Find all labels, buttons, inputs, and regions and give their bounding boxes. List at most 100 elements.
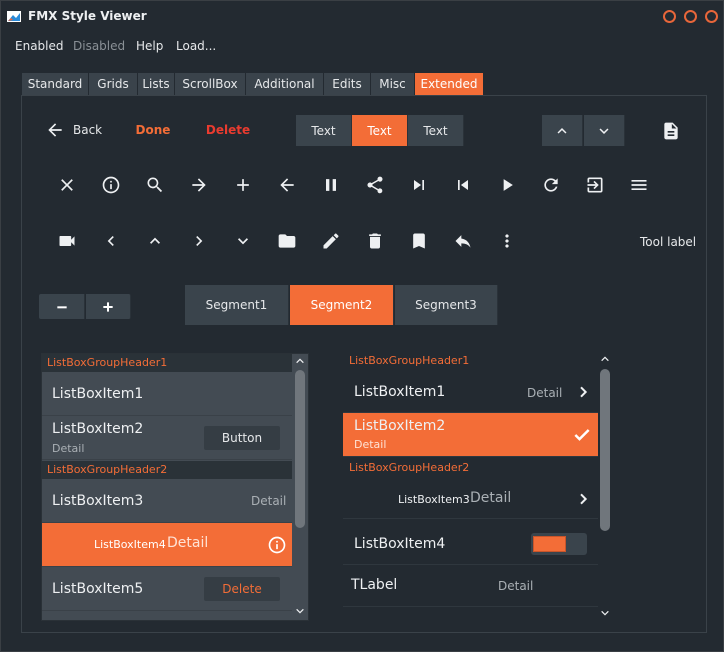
exit-icon-button[interactable]	[583, 173, 607, 197]
tab-lists[interactable]: Lists	[138, 73, 175, 95]
reply-icon	[455, 235, 471, 248]
menu-help[interactable]: Help	[136, 39, 163, 53]
arrow-left-icon-button[interactable]	[275, 173, 299, 197]
right-list-item-4[interactable]: ListBoxItem4	[343, 523, 598, 565]
info-icon-button[interactable]	[99, 173, 123, 197]
chevron-down-icon[interactable]	[599, 608, 611, 618]
plus-button[interactable]	[86, 294, 131, 319]
play-icon-button[interactable]	[495, 173, 519, 197]
app-window: FMX Style Viewer Enabled Disabled Help L…	[0, 0, 724, 652]
minimize-button[interactable]	[663, 10, 676, 23]
pencil-icon	[323, 233, 339, 249]
right-list-item-5[interactable]: TLabel Detail	[343, 565, 598, 607]
right-list-item-3[interactable]: ListBoxItem3 Detail	[343, 477, 598, 519]
chevron-up-icon[interactable]	[599, 354, 611, 364]
left-list-item-3[interactable]: ListBoxItem3 Detail	[42, 480, 292, 523]
up-button[interactable]	[542, 115, 583, 146]
document-icon	[664, 122, 678, 140]
reply-icon-button[interactable]	[451, 229, 475, 253]
share-icon	[367, 176, 383, 194]
arrow-right-icon-button[interactable]	[187, 173, 211, 197]
more-vertical-icon	[505, 234, 509, 248]
chevron-up-icon	[557, 127, 567, 134]
right-listbox[interactable]: ListBoxGroupHeader1 ListBoxItem1 Detail …	[343, 351, 615, 623]
tab-edits[interactable]: Edits	[324, 73, 371, 95]
folder-icon-button[interactable]	[275, 229, 299, 253]
chevron-up-icon-button[interactable]	[143, 229, 167, 253]
left-listbox[interactable]: ListBoxGroupHeader1 ListBoxItem1 ListBox…	[41, 353, 309, 621]
menu-icon-button[interactable]	[627, 173, 651, 197]
down-button[interactable]	[584, 115, 625, 146]
bookmark-icon-button[interactable]	[407, 229, 431, 253]
camera-icon	[59, 236, 75, 246]
left-list-item-4[interactable]: ListBoxItem4 Detail	[42, 523, 292, 567]
tab-additional[interactable]: Additional	[246, 73, 324, 95]
back-button[interactable]: Back	[45, 117, 102, 143]
right-list-item-2[interactable]: ListBoxItem2 Detail	[343, 413, 598, 457]
camera-icon-button[interactable]	[55, 229, 79, 253]
title-bar: FMX Style Viewer	[1, 1, 723, 33]
close-icon-button[interactable]	[55, 173, 79, 197]
left-scrollbar[interactable]	[294, 354, 306, 620]
share-icon-button[interactable]	[363, 173, 387, 197]
tab-scrollbox[interactable]: ScrollBox	[175, 73, 246, 95]
chevron-down-icon-button[interactable]	[231, 229, 255, 253]
info-icon	[102, 176, 120, 194]
arrow-left-icon	[48, 123, 62, 137]
segment-3[interactable]: Segment3	[395, 285, 498, 325]
tab-misc[interactable]: Misc	[371, 73, 415, 95]
left-item2-button[interactable]: Button	[204, 426, 280, 450]
right-group-header-2: ListBoxGroupHeader2	[349, 461, 470, 474]
arrow-right-icon	[192, 178, 206, 192]
pause-icon-button[interactable]	[319, 173, 343, 197]
refresh-icon-button[interactable]	[539, 173, 563, 197]
trash-icon-button[interactable]	[363, 229, 387, 253]
minus-button[interactable]	[39, 294, 85, 319]
more-vertical-icon-button[interactable]	[495, 229, 519, 253]
skip-next-icon-button[interactable]	[407, 173, 431, 197]
left-list-item-5[interactable]: ListBoxItem5 Delete	[42, 567, 292, 611]
right-group-header-1: ListBoxGroupHeader1	[349, 354, 470, 367]
chevron-down-icon[interactable]	[294, 606, 306, 616]
right-scrollbar-thumb[interactable]	[600, 369, 610, 531]
menu-enabled[interactable]: Enabled	[15, 39, 64, 53]
search-icon-button[interactable]	[143, 173, 167, 197]
menu-load[interactable]: Load...	[176, 39, 216, 53]
right-item3-detail: Detail	[470, 490, 512, 506]
info-icon[interactable]	[267, 535, 287, 555]
right-item4-switch[interactable]	[531, 533, 587, 555]
skip-previous-icon-button[interactable]	[451, 173, 475, 197]
pause-icon	[326, 179, 336, 191]
left-list-item-1[interactable]: ListBoxItem1	[42, 373, 292, 416]
close-window-button[interactable]	[705, 10, 718, 23]
right-list-item-1[interactable]: ListBoxItem1 Detail	[343, 371, 598, 413]
pencil-icon-button[interactable]	[319, 229, 343, 253]
segment-1[interactable]: Segment1	[185, 285, 289, 325]
close-icon	[61, 179, 73, 191]
skip-next-icon	[414, 180, 424, 190]
chevron-right-icon-button[interactable]	[187, 229, 211, 253]
right-item2-sub: Detail	[354, 438, 387, 451]
toolbar-segment-2[interactable]: Text	[352, 115, 408, 146]
delete-button[interactable]: Delete	[205, 117, 251, 143]
left-scrollbar-thumb[interactable]	[295, 370, 305, 528]
document-button[interactable]	[659, 119, 683, 143]
chevron-up-icon[interactable]	[294, 356, 306, 366]
maximize-button[interactable]	[684, 10, 697, 23]
plus-icon-button[interactable]	[231, 173, 255, 197]
left-list-item-2[interactable]: ListBoxItem2 Detail Button	[42, 416, 292, 460]
left-item5-delete-button[interactable]: Delete	[204, 577, 280, 601]
menu-icon	[631, 180, 647, 190]
tab-grids[interactable]: Grids	[89, 73, 138, 95]
done-button[interactable]: Done	[133, 117, 173, 143]
segment-2[interactable]: Segment2	[290, 285, 394, 325]
right-scrollbar[interactable]	[599, 351, 611, 623]
tab-extended[interactable]: Extended	[415, 73, 484, 95]
switch-knob	[533, 536, 566, 552]
toolbar-segment-3[interactable]: Text	[408, 115, 464, 146]
arrow-left-icon	[280, 178, 294, 192]
left-item4-detail: Detail	[167, 535, 209, 551]
toolbar-segment-1[interactable]: Text	[296, 115, 352, 146]
chevron-left-icon-button[interactable]	[99, 229, 123, 253]
tab-standard[interactable]: Standard	[22, 73, 89, 95]
